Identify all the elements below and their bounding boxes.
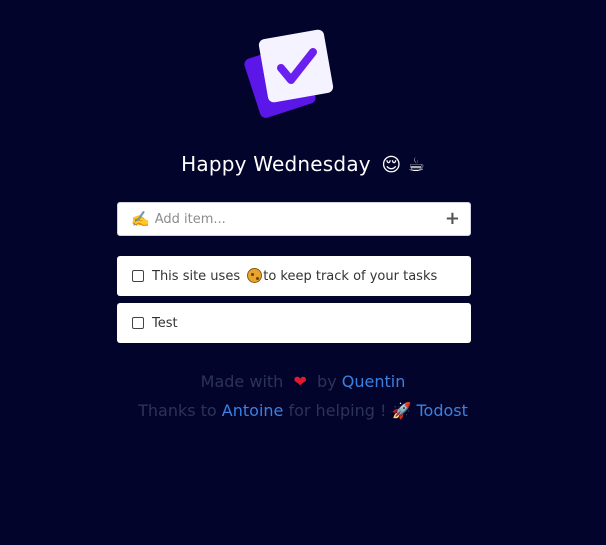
todo-item: Test: [117, 303, 471, 343]
helper-link[interactable]: Antoine: [222, 401, 284, 420]
greeting: Happy Wednesday 😌 ☕: [0, 152, 606, 176]
footer-thanks: Thanks to Antoine for helping ! 🚀 Todost: [0, 401, 606, 420]
rocket-icon: 🚀: [391, 401, 412, 420]
footer-thanks-to: Thanks to: [138, 401, 217, 420]
logo-front-card: [258, 29, 334, 103]
todo-item: This site uses to keep track of your tas…: [117, 256, 471, 296]
heart-icon: ❤: [293, 372, 307, 391]
footer-credit: Made with ❤ by Quentin: [0, 372, 606, 391]
page: Happy Wednesday 😌 ☕ ✍️ + This site uses …: [0, 0, 606, 545]
todo-text-after: to keep track of your tasks: [263, 269, 438, 284]
greeting-emojis: 😌 ☕: [381, 154, 425, 176]
add-item-input[interactable]: [154, 211, 445, 227]
writing-hand-icon: ✍️: [131, 209, 150, 228]
greeting-text: Happy Wednesday: [181, 152, 371, 176]
cookie-icon: [247, 268, 263, 283]
todo-text-before: This site uses: [152, 269, 245, 284]
logo: [244, 29, 334, 118]
author-link[interactable]: Quentin: [342, 372, 406, 391]
add-item-box: ✍️ +: [117, 202, 471, 236]
app-name-link[interactable]: Todost: [417, 401, 468, 420]
todo-checkbox[interactable]: [132, 317, 144, 329]
footer-by: by: [317, 372, 337, 391]
todo-text: This site uses to keep track of your tas…: [152, 268, 437, 284]
footer-for-helping: for helping !: [288, 401, 387, 420]
plus-icon[interactable]: +: [445, 210, 460, 228]
todo-text: Test: [152, 315, 178, 331]
footer-made-with: Made with: [200, 372, 284, 391]
todo-checkbox[interactable]: [132, 270, 144, 282]
